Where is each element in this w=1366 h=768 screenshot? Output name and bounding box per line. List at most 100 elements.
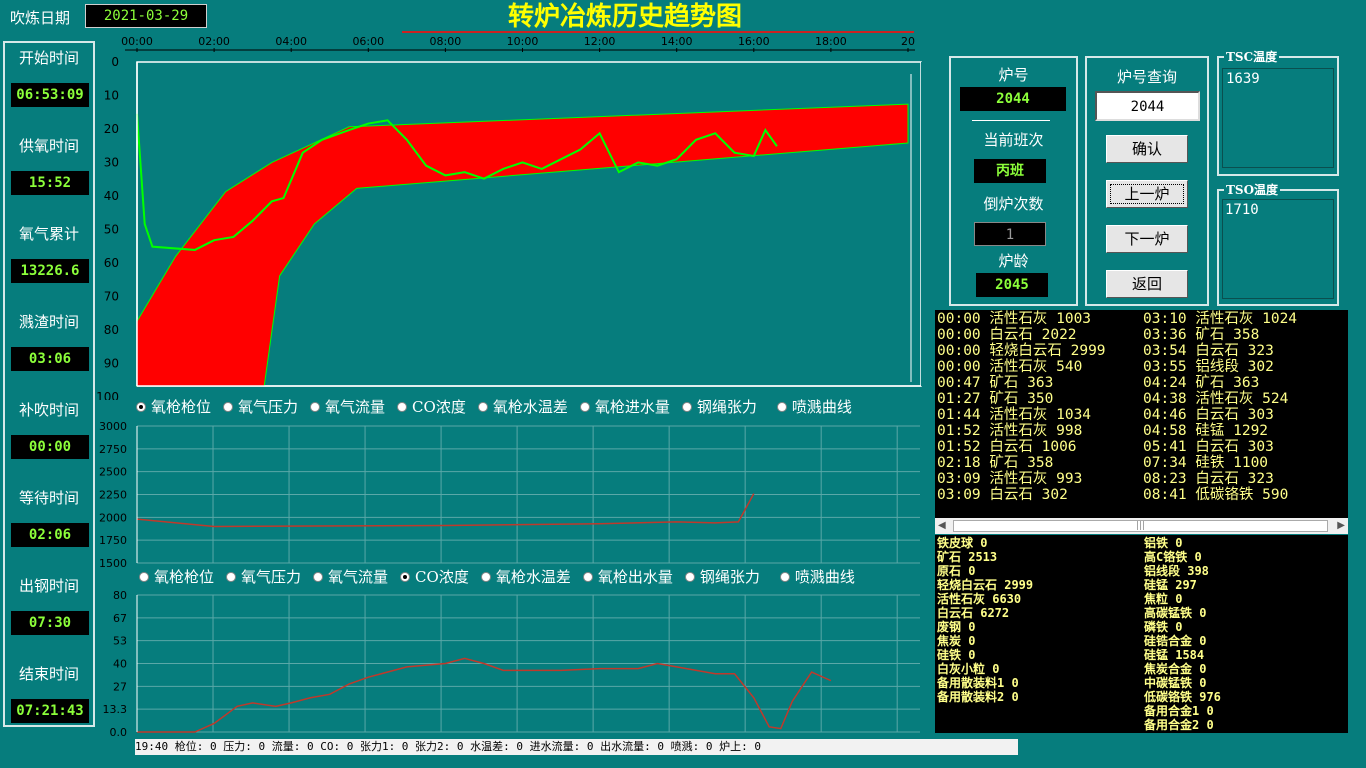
radio-dot-icon[interactable] [397,401,408,412]
material-row: 中碳锰铁 0 [1144,676,1207,690]
radio-1[interactable]: 氧气压力 [223,396,298,417]
addition-row: 04:58 硅锰 1292 [1143,423,1269,439]
y-tick-label: 30 [104,156,119,170]
time-tick-label: 04:00 [275,35,307,48]
addition-row: 03:10 活性石灰 1024 [1143,311,1298,327]
material-row: 活性石灰 6630 [937,592,1022,606]
material-row: 矿石 2513 [937,550,998,564]
furnace-no-value: 2044 [960,87,1066,111]
radio-7[interactable]: 喷溅曲线 [776,396,852,417]
material-row: 白灰小粒 0 [937,662,1000,676]
radio-dot-icon[interactable] [477,401,488,412]
query-input[interactable]: 2044 [1095,91,1200,121]
radio-dot-icon[interactable] [579,401,590,412]
y-tick-label: 27 [113,680,127,693]
radio-5[interactable]: 氧枪进水量 [579,396,670,417]
y-tick-label: 40 [113,658,127,671]
radio-dot-icon[interactable] [310,401,321,412]
y-tick-label: 3000 [99,420,127,433]
material-row: 高C铬铁 0 [1144,550,1202,564]
time-tick-label: 16:00 [738,35,770,48]
radio-3[interactable]: CO浓度 [397,396,466,417]
status-bar: 19:40 枪位: 0 压力: 0 流量: 0 CO: 0 张力1: 0 张力2… [135,739,1018,755]
confirm-button[interactable]: 确认 [1106,135,1188,163]
time-tick-label: 20 [901,35,915,48]
prev-furnace-button[interactable]: 上一炉 [1106,180,1188,208]
shift-label: 当前班次 [983,131,1044,149]
time-tick-label: 02:00 [198,35,230,48]
radio-0[interactable]: 氧枪枪位 [139,566,214,587]
addition-row: 00:47 矿石 363 [937,375,1054,391]
tsc-value: 1639 [1226,71,1260,87]
material-row: 硅锆合金 0 [1144,634,1207,648]
radio-dot-icon[interactable] [776,401,787,412]
radio-4[interactable]: 氧枪水温差 [477,396,568,417]
radio-dot-icon[interactable] [779,571,790,582]
sidebar-label-3: 溅渣时间 [18,313,79,331]
radio-dot-icon[interactable] [313,571,324,582]
radio-0[interactable]: 氧枪枪位 [136,396,211,417]
y-tick-label: 90 [104,357,119,371]
y-tick-label: 0.0 [110,726,128,737]
horizontal-scrollbar[interactable]: ◀ ||| ▶ [935,518,1348,534]
radio-6[interactable]: 钢绳张力 [684,566,760,587]
date-value[interactable]: 2021-03-29 [85,4,207,28]
radio-3[interactable]: CO浓度 [400,566,469,587]
radio-dot-icon[interactable] [139,571,149,582]
back-button[interactable]: 返回 [1106,270,1188,298]
tso-value: 1710 [1225,202,1259,218]
addition-row: 04:24 矿石 363 [1143,375,1260,391]
sidebar-label-0: 开始时间 [18,49,79,67]
radio-label: 氧枪水温差 [495,568,571,586]
addition-row: 04:46 白云石 303 [1143,407,1274,423]
radio-dot-icon[interactable] [582,571,593,582]
radio-1[interactable]: 氧气压力 [226,566,301,587]
next-furnace-button[interactable]: 下一炉 [1106,225,1188,253]
y-tick-label: 2500 [99,466,127,479]
material-row: 磷铁 0 [1144,620,1183,634]
addition-row: 03:09 白云石 302 [937,487,1068,503]
scroll-left-icon[interactable]: ◀ [938,518,946,534]
series-line [137,657,832,733]
scroll-right-icon[interactable]: ▶ [1337,518,1345,534]
radio-dot-icon[interactable] [400,571,411,582]
radio-7[interactable]: 喷溅曲线 [779,566,855,587]
radio-5[interactable]: 氧枪出水量 [582,566,673,587]
y-tick-label: 20 [104,122,119,136]
radio-dot-icon[interactable] [684,571,695,582]
tso-label: TSO温度 [1224,181,1281,198]
radio-label: 氧枪水温差 [492,398,568,416]
radio-6[interactable]: 钢绳张力 [681,396,757,417]
material-row: 铝铁 0 [1144,536,1183,550]
materials-panel: 铁皮球 0 矿石 2513 原石 0 轻烧白云石 2999 活性石灰 6630 白云石 6… [935,535,1348,733]
material-row: 硅锰 297 [1144,578,1197,592]
time-tick-label: 06:00 [352,35,384,48]
radio-4[interactable]: 氧枪水温差 [480,566,571,587]
radio-dot-icon[interactable] [136,401,146,412]
radio-label: CO浓度 [412,398,466,416]
material-row: 低碳铬铁 976 [1144,690,1221,704]
radio-dot-icon[interactable] [480,571,491,582]
y-tick-label: 2750 [99,443,127,456]
radio-dot-icon[interactable] [226,571,237,582]
radio-dot-icon[interactable] [223,401,234,412]
addition-row: 05:41 白云石 303 [1143,439,1274,455]
radio-label: 氧气流量 [325,398,386,416]
addition-row: 08:23 白云石 323 [1143,471,1274,487]
material-row: 高碳锰铁 0 [1144,606,1207,620]
radio-2[interactable]: 氧气流量 [310,396,385,417]
radio-dot-icon[interactable] [681,401,692,412]
radio-label: 氧枪进水量 [594,398,670,416]
chart1-options: 氧枪枪位 氧气压力 氧气流量 CO浓度 氧枪水温差 氧枪进水量 钢绳张力 喷溅曲线 [136,396,936,417]
sidebar-label-4: 补吹时间 [18,401,79,419]
addition-row: 08:41 低碳铬铁 590 [1143,487,1289,503]
additions-list[interactable]: 00:00 活性石灰 1003 03:10 活性石灰 1024 00:00 白云石 … [935,310,1348,518]
shift-value: 丙班 [974,159,1046,183]
scroll-thumb[interactable]: ||| [953,520,1328,532]
radio-2[interactable]: 氧气流量 [313,566,388,587]
divider [972,120,1050,121]
time-tick-label: 18:00 [815,35,847,48]
y-tick-label: 2000 [99,511,127,524]
time-tick-label: 00:00 [121,35,153,48]
page-title: 转炉冶炼历史趋势图 [507,2,742,32]
